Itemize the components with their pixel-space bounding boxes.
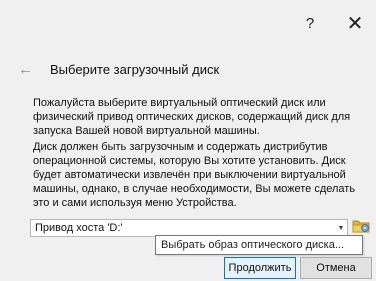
folder-disk-icon — [352, 220, 370, 233]
back-arrow-icon[interactable]: ← — [18, 61, 34, 78]
description-paragraph-1: Пожалуйста выберите виртуальный оптическ… — [33, 97, 351, 137]
close-button[interactable]: ✕ — [339, 12, 371, 36]
cancel-button[interactable]: Отмена — [300, 257, 372, 279]
page-header: ← Выберите загрузочный диск — [18, 58, 219, 80]
help-button[interactable]: ? — [294, 12, 326, 36]
continue-button[interactable]: Продолжить — [224, 257, 296, 279]
description-paragraph-2: Диск должен быть загрузочным и содержать… — [33, 141, 356, 209]
choose-disk-image-button[interactable] — [351, 216, 371, 236]
title-bar: ? ✕ — [0, 0, 376, 44]
disk-select-value: Привод хоста 'D:' — [35, 222, 123, 234]
choose-image-tooltip: Выбрать образ оптического диска... — [155, 235, 363, 255]
wizard-dialog: ? ✕ ← Выберите загрузочный диск Пожалуйс… — [0, 0, 376, 281]
dropdown-arrow-icon[interactable]: ▼ — [335, 225, 347, 232]
page-title: Выберите загрузочный диск — [50, 61, 220, 77]
